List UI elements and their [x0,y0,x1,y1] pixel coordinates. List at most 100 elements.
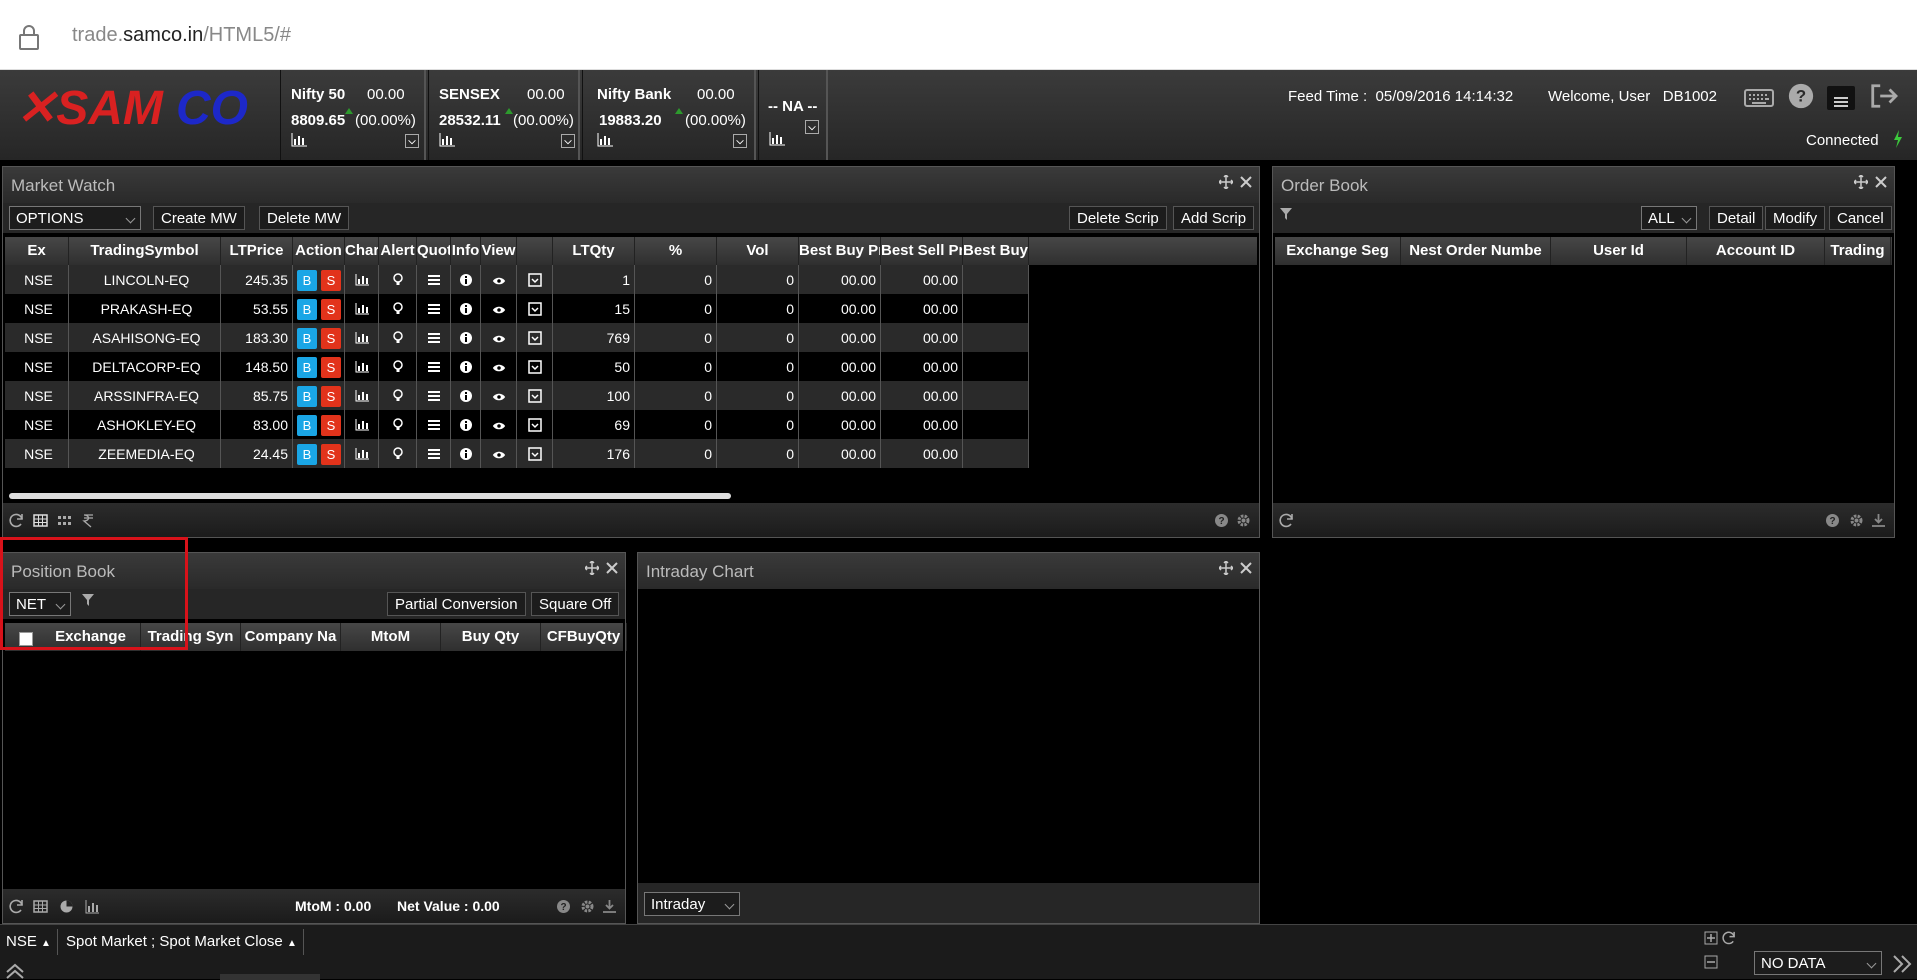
info-icon[interactable] [459,273,472,289]
add-scrip-button[interactable]: Add Scrip [1173,206,1255,230]
position-book-col-header[interactable]: CFBuyQty [541,623,627,651]
market-watch-col-header[interactable]: Vol [717,237,799,265]
create-mw-button[interactable]: Create MW [153,206,245,230]
index-niftybank[interactable]: Nifty Bank 00.00 19883.20 (00.00%) [582,70,756,160]
dropdown-icon[interactable] [805,120,819,134]
quote-icon[interactable] [427,302,441,318]
alert-bulb-icon[interactable] [392,302,403,319]
market-watch-col-header[interactable]: Best Sell Pr [881,237,963,265]
sell-button[interactable]: S [321,270,341,291]
alert-bulb-icon[interactable] [392,418,403,435]
download-icon[interactable] [1871,513,1886,528]
table-row[interactable]: NSE LINCOLN-EQ 245.35 B S 1 0 0 00.00 00.00 [5,265,1029,294]
modify-button[interactable]: Modify [1765,206,1826,230]
intraday-period-select[interactable]: Intraday [644,892,740,916]
settings-icon[interactable] [1849,513,1864,528]
chart-icon[interactable] [355,331,369,347]
detail-button[interactable]: Detail [1709,206,1764,230]
dropdown-icon[interactable] [561,134,575,148]
settings-icon[interactable] [1236,513,1251,528]
add-icon[interactable] [1704,931,1718,945]
buy-button[interactable]: B [297,328,317,349]
table-row[interactable]: NSE ASHOKLEY-EQ 83.00 B S 69 0 0 00.00 00.00 [5,410,1029,439]
market-watch-col-header[interactable]: LTPrice [221,237,293,265]
info-icon[interactable] [459,389,472,405]
help-icon[interactable]: ? [1214,513,1229,528]
quote-icon[interactable] [427,447,441,463]
eye-icon[interactable] [492,273,506,289]
watchlist-select[interactable]: OPTIONS [9,206,141,230]
settings-icon[interactable] [580,899,595,914]
eye-icon[interactable] [492,418,506,434]
chart-icon[interactable] [355,302,369,318]
buy-button[interactable]: B [297,299,317,320]
market-watch-col-header[interactable]: Quot [417,237,451,265]
help-icon[interactable]: ? [1825,513,1840,528]
keyboard-icon[interactable] [1744,84,1774,112]
market-watch-col-header[interactable]: Best Buy [963,237,1029,265]
order-book-col-header[interactable]: Exchange Seg [1275,237,1401,265]
index-na[interactable]: -- NA -- [758,70,828,160]
quote-icon[interactable] [427,389,441,405]
more-dropdown-icon[interactable] [527,273,542,290]
move-icon[interactable] [1854,175,1868,189]
download-icon[interactable] [602,899,617,914]
chart-icon[interactable] [597,133,613,147]
delete-scrip-button[interactable]: Delete Scrip [1069,206,1167,230]
buy-button[interactable]: B [297,357,317,378]
partial-conversion-button[interactable]: Partial Conversion [387,592,526,616]
chart-icon[interactable] [355,273,369,289]
market-watch-col-header[interactable]: Action [293,237,345,265]
buy-button[interactable]: B [297,270,317,291]
refresh-icon[interactable] [9,899,24,914]
dropdown-icon[interactable] [405,134,419,148]
order-filter-select[interactable]: ALL [1641,206,1697,230]
position-book-col-header[interactable]: Company Na [241,623,341,651]
table-row[interactable]: NSE PRAKASH-EQ 53.55 B S 15 0 0 00.00 00.00 [5,294,1029,323]
chevron-double-right-icon[interactable] [1890,953,1914,975]
chart-icon[interactable] [355,360,369,376]
more-dropdown-icon[interactable] [527,389,542,406]
close-icon[interactable] [605,561,619,575]
table-row[interactable]: NSE ASAHISONG-EQ 183.30 B S 769 0 0 00.00 00.00 [5,323,1029,352]
order-book-col-header[interactable]: Account ID [1687,237,1825,265]
filter-icon[interactable] [1279,207,1293,221]
more-dropdown-icon[interactable] [527,447,542,464]
exchange-status-toggle[interactable]: NSE ▲ [0,929,58,955]
sell-button[interactable]: S [321,299,341,320]
order-book-col-header[interactable]: User Id [1551,237,1687,265]
sell-button[interactable]: S [321,328,341,349]
index-sensex[interactable]: SENSEX 00.00 28532.11 (00.00%) [428,70,580,160]
move-icon[interactable] [585,561,599,575]
info-icon[interactable] [459,418,472,434]
eye-icon[interactable] [492,360,506,376]
table-row[interactable]: NSE ARSSINFRA-EQ 85.75 B S 100 0 0 00.00 00.00 [5,381,1029,410]
close-icon[interactable] [1239,561,1253,575]
grid-icon[interactable] [57,513,72,528]
more-dropdown-icon[interactable] [527,360,542,377]
order-book-col-header[interactable]: Nest Order Numbe [1401,237,1551,265]
chart-icon[interactable] [291,133,307,147]
chart-icon[interactable] [355,418,369,434]
position-book-col-header[interactable]: MtoM [341,623,441,651]
market-status-toggle[interactable]: Spot Market ; Spot Market Close ▲ [60,929,304,955]
market-watch-col-header[interactable]: % [635,237,717,265]
market-watch-col-header[interactable]: Ex [5,237,69,265]
quote-icon[interactable] [427,273,441,289]
buy-button[interactable]: B [297,444,317,465]
market-watch-col-header[interactable]: LTQty [553,237,635,265]
more-dropdown-icon[interactable] [527,302,542,319]
alert-bulb-icon[interactable] [392,447,403,464]
sell-button[interactable]: S [321,386,341,407]
chart-icon[interactable] [769,132,785,146]
square-off-button[interactable]: Square Off [531,592,620,616]
bar-chart-icon[interactable] [85,899,100,914]
market-watch-col-header[interactable]: Info [451,237,481,265]
more-dropdown-icon[interactable] [527,418,542,435]
alert-bulb-icon[interactable] [392,389,403,406]
info-icon[interactable] [459,331,472,347]
market-watch-col-header[interactable]: View [481,237,517,265]
table-row[interactable]: NSE DELTACORP-EQ 148.50 B S 50 0 0 00.00 00.00 [5,352,1029,381]
browser-address-bar[interactable]: trade.samco.in/HTML5/# [0,0,1917,70]
refresh-icon[interactable] [1279,513,1294,528]
